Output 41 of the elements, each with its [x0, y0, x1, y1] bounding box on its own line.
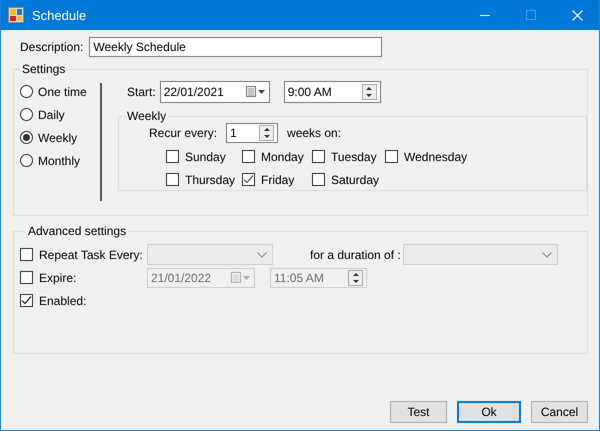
- start-label: Start:: [127, 85, 156, 99]
- day-checkbox[interactable]: Sunday: [166, 147, 242, 166]
- settings-title: Settings: [21, 62, 66, 76]
- enabled-checkbox[interactable]: Enabled:: [20, 291, 86, 310]
- window-title: Schedule: [32, 8, 86, 22]
- checkmark-icon: [21, 295, 32, 306]
- day-checkbox[interactable]: Monday: [242, 147, 312, 166]
- description-label: Description:: [20, 40, 84, 54]
- app-icon: [8, 7, 24, 23]
- duration-label: for a duration of :: [310, 248, 402, 262]
- day-checkbox[interactable]: Friday: [242, 170, 312, 189]
- recur-label: Recur every:: [149, 126, 218, 140]
- frequency-radio[interactable]: Daily: [20, 103, 100, 126]
- dialog-button[interactable]: Test: [390, 401, 447, 423]
- expire-date-picker[interactable]: 21/01/2022: [147, 268, 255, 288]
- repeat-checkbox[interactable]: Repeat Task Every:: [20, 245, 147, 264]
- dialog-button[interactable]: Ok: [457, 401, 521, 423]
- description-field[interactable]: Weekly Schedule: [89, 37, 382, 57]
- maximize-icon: [526, 10, 536, 20]
- expire-checkbox[interactable]: Expire:: [20, 268, 147, 287]
- recur-spinner[interactable]: 1: [226, 123, 278, 143]
- day-checkbox[interactable]: Tuesday: [312, 147, 385, 166]
- day-checkbox[interactable]: Saturday: [312, 170, 385, 189]
- day-checkbox[interactable]: Wednesday: [385, 147, 586, 166]
- expire-time-spinner[interactable]: 11:05 AM: [270, 268, 367, 288]
- chevron-down-icon: [257, 252, 267, 258]
- dialog-button[interactable]: Cancel: [531, 401, 588, 423]
- start-time-spinner[interactable]: 9:00 AM: [284, 81, 381, 103]
- calendar-dropdown-icon[interactable]: [246, 86, 266, 98]
- chevron-down-icon: [542, 252, 552, 258]
- frequency-radio[interactable]: One time: [20, 80, 100, 103]
- weeks-on-label: weeks on:: [287, 126, 342, 140]
- start-date-picker[interactable]: 22/01/2021: [160, 81, 270, 103]
- day-checkbox[interactable]: Thursday: [166, 170, 242, 189]
- frequency-radio[interactable]: Monthly: [20, 149, 100, 172]
- advanced-settings-title: Advanced settings: [27, 224, 128, 238]
- weekly-title: Weekly: [126, 109, 168, 123]
- minimize-icon[interactable]: [480, 14, 490, 16]
- close-icon[interactable]: [572, 10, 582, 20]
- checkmark-icon: [243, 174, 254, 185]
- frequency-radio[interactable]: Weekly: [20, 126, 100, 149]
